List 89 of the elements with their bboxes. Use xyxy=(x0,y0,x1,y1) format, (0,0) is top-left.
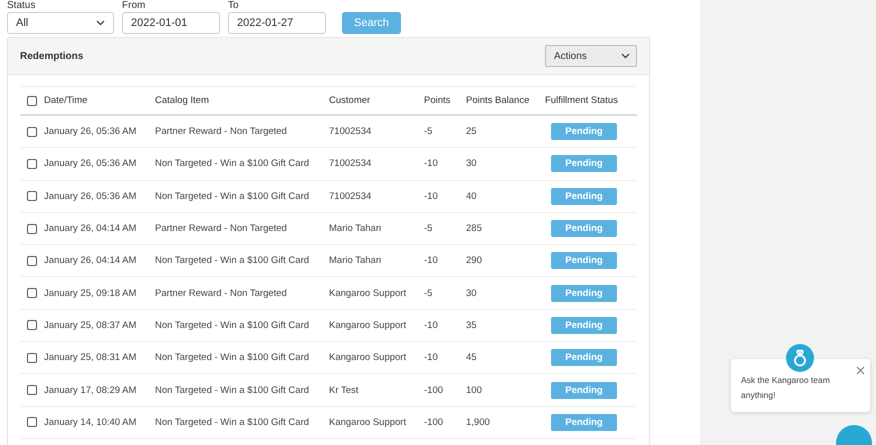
table-cell-text: January 26, 05:36 AM xyxy=(44,126,138,138)
status-badge: Pending xyxy=(551,155,617,172)
row-checkbox[interactable] xyxy=(27,158,37,169)
table-cell-text: Non Targeted - Win a $100 Gift Card xyxy=(155,255,310,266)
status-badge: Pending xyxy=(551,316,617,334)
table-cell-text: Partner Reward - Non Targeted xyxy=(155,288,288,299)
chevron-down-icon xyxy=(96,20,105,26)
table-cell-text: January 25, 08:31 AM xyxy=(44,352,138,364)
row-checkbox[interactable] xyxy=(27,191,37,202)
column-header: Points Balance xyxy=(466,95,530,106)
status-badge: Pending xyxy=(551,382,617,399)
table-cell-text: 290 xyxy=(466,255,483,266)
from-date-field[interactable]: 2022-01-01 xyxy=(122,12,220,34)
table-cell-text: Non Targeted - Win a $100 Gift Card xyxy=(155,158,310,170)
table-cell-text: -10 xyxy=(424,352,439,364)
table-cell-text: -10 xyxy=(424,190,439,202)
status-badge: Pending xyxy=(551,252,617,270)
column-header: Customer xyxy=(329,95,372,106)
table-cell-text: Kangaroo Support xyxy=(329,288,408,299)
field-label: Status xyxy=(7,0,36,12)
table-cell-text: Mario Tahan xyxy=(329,255,382,266)
row-checkbox[interactable] xyxy=(27,385,37,396)
column-header: Points xyxy=(424,95,452,106)
row-checkbox[interactable] xyxy=(27,352,37,363)
table-cell-text: -10 xyxy=(424,158,439,170)
table-cell-text: Non Targeted - Win a $100 Gift Card xyxy=(155,190,310,202)
table-cell-text: 30 xyxy=(466,288,478,299)
table-cell-text: Kangaroo Support xyxy=(329,416,408,428)
table-cell-text: January 26, 04:14 AM xyxy=(44,223,138,234)
table-cell-text: Kangaroo Support xyxy=(329,320,408,331)
column-header: Fulfillment Status xyxy=(545,95,619,106)
row-checkbox[interactable] xyxy=(27,224,37,234)
table-cell-text: 25 xyxy=(466,126,478,138)
table-cell-text: January 25, 08:37 AM xyxy=(44,320,138,331)
table-cell-text: January 14, 10:40 AM xyxy=(44,416,138,428)
table-cell-text: January 17, 08:29 AM xyxy=(44,384,138,396)
status-badge: Pending xyxy=(551,414,617,431)
actions-dropdown[interactable]: Actions xyxy=(545,45,637,67)
to-date-field[interactable]: 2022-01-27 xyxy=(228,12,326,34)
status-badge: Pending xyxy=(551,188,617,205)
column-header: Catalog Item xyxy=(155,95,210,106)
table-cell-text: 71002534 xyxy=(329,126,372,138)
table-cell-text: Non Targeted - Win a $100 Gift Card xyxy=(155,384,310,396)
table-cell-text: -100 xyxy=(424,416,444,428)
table-cell-text: 71002534 xyxy=(329,158,372,170)
table-cell-text: January 25, 09:18 AM xyxy=(44,288,138,299)
table-cell-text: 30 xyxy=(466,158,478,170)
table-cell-text: Non Targeted - Win a $100 Gift Card xyxy=(155,352,310,364)
table-cell-text: January 26, 04:14 AM xyxy=(44,255,138,266)
table-cell-text: -5 xyxy=(424,288,434,299)
table-cell-text: 35 xyxy=(466,320,478,331)
table-cell-text: Non Targeted - Win a $100 Gift Card xyxy=(155,320,310,331)
column-header: Date/Time xyxy=(44,95,88,106)
row-checkbox[interactable] xyxy=(27,126,37,137)
table-cell-text: Kangaroo Support xyxy=(329,352,408,364)
table-cell-text: 285 xyxy=(466,223,483,234)
table-cell-text: Kr Test xyxy=(329,384,360,396)
status-badge: Pending xyxy=(551,284,617,302)
panel-title: Redemptions xyxy=(20,50,84,62)
table-cell-text: 71002534 xyxy=(329,190,372,202)
table-cell-text: 1,900 xyxy=(466,416,491,428)
row-checkbox[interactable] xyxy=(27,256,37,266)
status-badge: Pending xyxy=(551,123,617,140)
row-checkbox[interactable] xyxy=(27,417,37,428)
row-checkbox[interactable] xyxy=(27,320,37,330)
status-badge: Pending xyxy=(551,349,617,366)
table-cell-text: Partner Reward - Non Targeted xyxy=(155,126,288,138)
table-cell-text: 40 xyxy=(466,190,478,202)
row-checkbox[interactable] xyxy=(27,288,37,298)
status-badge: Pending xyxy=(551,220,617,238)
table-cell-text: -5 xyxy=(424,223,434,234)
table-cell-text: -10 xyxy=(424,320,439,331)
table-cell-text: 100 xyxy=(466,384,483,396)
table-cell-text: January 26, 05:36 AM xyxy=(44,190,138,202)
table-cell-text: 45 xyxy=(466,352,478,364)
field-label: From xyxy=(122,0,146,12)
select-all-checkbox[interactable] xyxy=(27,96,37,106)
table-cell-text: -5 xyxy=(424,126,434,138)
field-label: To xyxy=(228,0,240,12)
table-cell-text: Non Targeted - Win a $100 Gift Card xyxy=(155,416,310,428)
chat-message: Ask the Kangaroo team anything! xyxy=(741,374,831,402)
chevron-down-icon xyxy=(621,53,630,59)
status-dropdown[interactable]: All xyxy=(7,12,114,34)
table-cell-text: Mario Tahan xyxy=(329,223,382,234)
table-cell-text: -100 xyxy=(424,384,444,396)
table-cell-text: Partner Reward - Non Targeted xyxy=(155,223,288,234)
table-cell-text: January 26, 05:36 AM xyxy=(44,158,138,170)
table-cell-text: -10 xyxy=(424,255,439,266)
close-icon[interactable] xyxy=(856,366,865,375)
